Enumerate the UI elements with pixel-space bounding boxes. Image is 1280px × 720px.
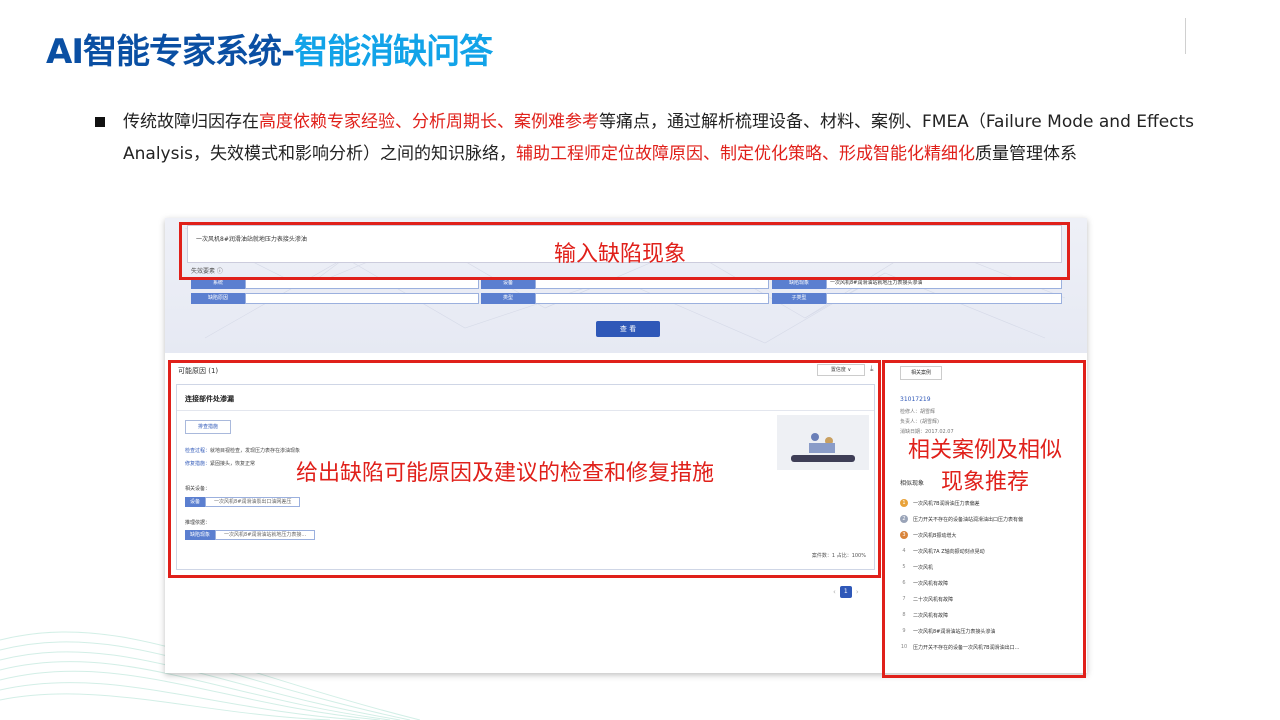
bullet-text-red-2: 辅助工程师定位故障原因、制定优化策略、形成智能化精细化 — [516, 144, 976, 164]
slide-title: AI智能专家系统-智能消缺问答 — [46, 24, 493, 73]
annotation-box-related — [882, 360, 1086, 678]
next-page-icon[interactable]: › — [856, 588, 859, 596]
pagination: ‹ 1 › — [833, 586, 859, 598]
bullet-text-1: 传统故障归因存在 — [123, 112, 259, 132]
bullet-square-icon — [95, 117, 105, 127]
page-1-button[interactable]: 1 — [839, 586, 852, 598]
title-part1: AI智能专家系统- — [46, 32, 295, 72]
annotation-related-line2: 现象推荐 — [940, 470, 1029, 495]
prev-page-icon[interactable]: ‹ — [833, 588, 836, 596]
header-divider — [1185, 18, 1186, 54]
annotation-causes-label: 给出缺陷可能原因及建议的检查和修复措施 — [296, 461, 715, 486]
bullet-text-red-1: 高度依赖专家经验、分析周期长、案例难参考 — [259, 112, 599, 132]
search-button[interactable]: 查 看 — [596, 321, 660, 337]
title-part2: 智能消缺问答 — [294, 32, 493, 72]
field-subtype[interactable]: 子类型 — [772, 293, 1062, 304]
annotation-related-line1: 相关案例及相似 — [907, 438, 1062, 463]
annotation-input-label: 输入缺陷现象 — [554, 242, 687, 267]
bullet-text-3: 质量管理体系 — [975, 144, 1078, 164]
slide: AI智能专家系统-智能消缺问答 传统故障归因存在高度依赖专家经验、分析周期长、案… — [0, 0, 1280, 720]
annotation-related-label: 相关案例及相似 现象推荐 — [890, 432, 1080, 496]
bullet-paragraph: 传统故障归因存在高度依赖专家经验、分析周期长、案例难参考等痛点，通过解析梳理设备… — [95, 106, 1195, 170]
field-type[interactable]: 类型 — [481, 293, 769, 304]
field-defect-cause[interactable]: 缺陷原因 — [191, 293, 479, 304]
